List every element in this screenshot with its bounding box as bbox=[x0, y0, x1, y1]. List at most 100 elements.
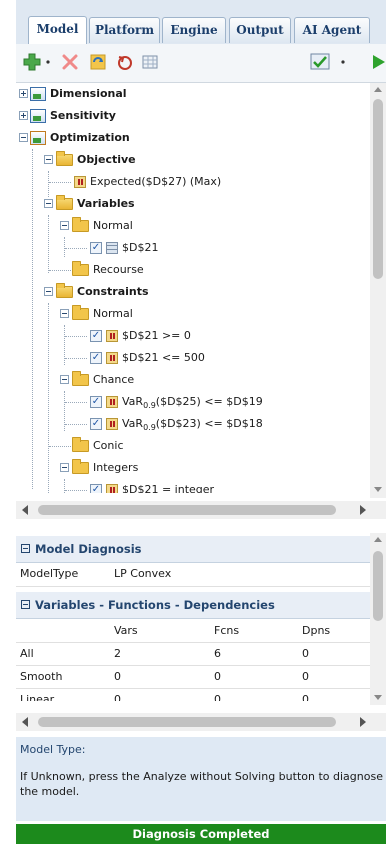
info-text-line2: the model. bbox=[20, 785, 80, 798]
tree-item-label: $D$21 <= 500 bbox=[122, 351, 205, 364]
tree-connector bbox=[49, 182, 71, 183]
function-icon bbox=[74, 176, 86, 188]
tree-connector bbox=[48, 215, 49, 273]
checkbox[interactable]: ✓ bbox=[90, 330, 102, 342]
checkbox[interactable]: ✓ bbox=[90, 484, 102, 493]
diagnosis-horizontal-scrollbar[interactable] bbox=[16, 713, 386, 731]
refresh-model-icon[interactable] bbox=[88, 52, 108, 72]
toolbar bbox=[16, 44, 386, 83]
scrollbar-thumb[interactable] bbox=[373, 99, 383, 279]
collapse-icon[interactable] bbox=[60, 463, 69, 472]
tree-connector bbox=[65, 358, 87, 359]
tree-item-label: Chance bbox=[93, 373, 135, 386]
solver-task-pane: Model Platform Engine Output AI Agent Di… bbox=[16, 0, 386, 844]
checkbox[interactable]: ✓ bbox=[90, 418, 102, 430]
collapse-icon[interactable] bbox=[60, 221, 69, 230]
tab-model[interactable]: Model bbox=[28, 16, 87, 44]
section-title: Variables - Functions - Dependencies bbox=[35, 598, 275, 612]
table-icon[interactable] bbox=[140, 52, 160, 72]
collapse-icon[interactable] bbox=[44, 155, 53, 164]
tree-vertical-scrollbar[interactable] bbox=[370, 83, 386, 498]
info-text-line1: If Unknown, press the Analyze without So… bbox=[20, 770, 383, 783]
scroll-right-icon[interactable] bbox=[360, 505, 366, 515]
tree-item-label: Constraints bbox=[77, 285, 149, 298]
dropdown-caret-icon[interactable] bbox=[43, 52, 53, 72]
info-title: Model Type: bbox=[20, 743, 86, 756]
tab-engine[interactable]: Engine bbox=[162, 17, 226, 43]
tree-connector bbox=[64, 237, 65, 257]
scroll-right-icon[interactable] bbox=[360, 717, 366, 727]
cell-value: 0 bbox=[214, 670, 221, 683]
model-tree: Dimensional Sensitivity Optimization Obj… bbox=[16, 83, 366, 493]
function-icon bbox=[106, 418, 118, 430]
variables-functions-header[interactable]: Variables - Functions - Dependencies bbox=[16, 592, 370, 619]
cell-value: 2 bbox=[114, 647, 121, 660]
tab-ai-agent[interactable]: AI Agent bbox=[294, 17, 370, 43]
folder-icon bbox=[56, 151, 73, 166]
folder-icon bbox=[72, 371, 89, 386]
add-icon[interactable] bbox=[22, 52, 42, 72]
scroll-up-icon[interactable] bbox=[374, 87, 382, 92]
divider bbox=[16, 665, 370, 666]
folder-icon bbox=[72, 217, 89, 232]
tree-connector bbox=[32, 149, 33, 489]
diagnosis-vertical-scrollbar[interactable] bbox=[370, 533, 386, 705]
collapse-icon[interactable] bbox=[60, 309, 69, 318]
checkbox[interactable]: ✓ bbox=[90, 396, 102, 408]
tree-connector bbox=[65, 490, 87, 491]
checkbox[interactable]: ✓ bbox=[90, 352, 102, 364]
column-header-vars: Vars bbox=[114, 624, 138, 637]
collapse-icon[interactable] bbox=[19, 133, 28, 142]
expand-icon[interactable] bbox=[19, 111, 28, 120]
model-icon bbox=[30, 87, 46, 101]
delete-icon[interactable] bbox=[60, 52, 80, 72]
scrollbar-thumb[interactable] bbox=[373, 551, 383, 621]
folder-icon bbox=[72, 305, 89, 320]
tree-item-label: Normal bbox=[93, 219, 133, 232]
scrollbar-thumb[interactable] bbox=[38, 717, 336, 727]
collapse-icon[interactable] bbox=[21, 600, 30, 609]
tree-item-label: Integers bbox=[93, 461, 139, 474]
cell-value: 0 bbox=[114, 670, 121, 683]
scroll-left-icon[interactable] bbox=[22, 505, 28, 515]
checkbox[interactable]: ✓ bbox=[90, 242, 102, 254]
model-type-label: ModelType bbox=[20, 567, 79, 580]
scroll-up-icon[interactable] bbox=[374, 537, 382, 542]
tree-item-label: Conic bbox=[93, 439, 124, 452]
reset-icon[interactable] bbox=[115, 52, 135, 72]
tree-item-label: $D$21 bbox=[122, 241, 159, 254]
column-header-dpns: Dpns bbox=[302, 624, 331, 637]
scroll-down-icon[interactable] bbox=[374, 695, 382, 700]
folder-icon bbox=[72, 437, 89, 452]
variable-grid-icon bbox=[106, 242, 118, 254]
tree-horizontal-scrollbar[interactable] bbox=[16, 501, 386, 519]
function-icon bbox=[106, 484, 118, 493]
model-diagnosis-header[interactable]: Model Diagnosis bbox=[16, 536, 370, 563]
scrollbar-thumb[interactable] bbox=[38, 505, 336, 515]
tree-item-label: Objective bbox=[77, 153, 136, 166]
folder-open-icon bbox=[56, 195, 73, 210]
cell-value: 0 bbox=[214, 693, 221, 701]
scroll-down-icon[interactable] bbox=[374, 487, 382, 492]
check-model-icon[interactable] bbox=[309, 52, 333, 72]
scroll-left-icon[interactable] bbox=[22, 717, 28, 727]
tree-connector bbox=[65, 248, 87, 249]
dropdown-caret-icon[interactable] bbox=[338, 52, 348, 72]
status-bar: Diagnosis Completed bbox=[16, 824, 386, 844]
model-diagnosis-panel: Model Diagnosis ModelType LP Convex Vari… bbox=[16, 533, 370, 701]
collapse-icon[interactable] bbox=[44, 199, 53, 208]
divider bbox=[16, 688, 370, 689]
collapse-icon[interactable] bbox=[44, 287, 53, 296]
run-icon[interactable] bbox=[368, 52, 386, 72]
model-icon bbox=[30, 109, 46, 123]
expand-icon[interactable] bbox=[19, 89, 28, 98]
divider bbox=[16, 586, 370, 587]
tab-output[interactable]: Output bbox=[229, 17, 291, 43]
collapse-icon[interactable] bbox=[60, 375, 69, 384]
tree-connector bbox=[65, 336, 87, 337]
column-header-fcns: Fcns bbox=[214, 624, 240, 637]
tab-platform[interactable]: Platform bbox=[89, 17, 160, 43]
collapse-icon[interactable] bbox=[21, 544, 30, 553]
tree-connector bbox=[48, 171, 49, 197]
folder-icon bbox=[72, 261, 89, 276]
